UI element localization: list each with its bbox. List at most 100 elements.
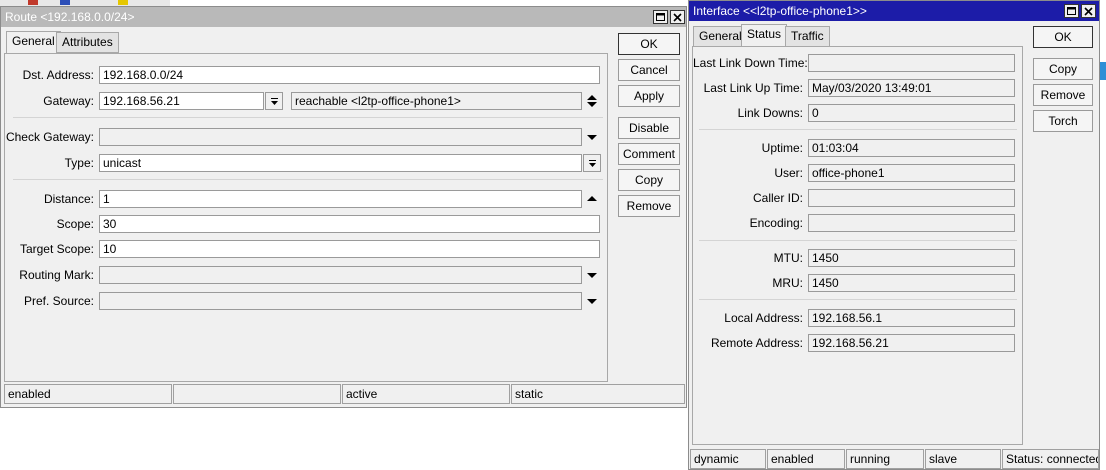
distance-label: Distance: bbox=[43, 192, 94, 206]
dropdown-icon bbox=[588, 159, 596, 167]
chevron-up-icon[interactable] bbox=[585, 192, 599, 206]
separator bbox=[699, 240, 1017, 241]
status-connected: Status: connected bbox=[1002, 449, 1099, 469]
remote-address-label: Remote Address: bbox=[710, 336, 803, 350]
tab-attributes[interactable]: Attributes bbox=[56, 32, 119, 53]
link-downs-field: 0 bbox=[808, 104, 1015, 122]
separator bbox=[699, 299, 1017, 300]
gateway-status-field: reachable <l2tp-office-phone1> bbox=[291, 92, 582, 110]
interface-window: Interface <<l2tp-office-phone1>> General… bbox=[688, 0, 1100, 470]
maximize-icon bbox=[656, 13, 665, 21]
close-icon bbox=[1084, 6, 1093, 16]
user-field: office-phone1 bbox=[808, 164, 1015, 182]
gateway-updown-icon[interactable] bbox=[585, 94, 599, 108]
check-gateway-select[interactable] bbox=[99, 128, 582, 146]
ok-button[interactable]: OK bbox=[1033, 26, 1093, 48]
type-dropdown-button[interactable] bbox=[583, 154, 601, 172]
user-label: User: bbox=[774, 166, 803, 180]
interface-window-title: Interface <<l2tp-office-phone1>> bbox=[693, 4, 867, 18]
maximize-button[interactable] bbox=[1064, 4, 1079, 18]
status-empty bbox=[173, 384, 341, 404]
pref-source-select[interactable] bbox=[99, 292, 582, 310]
interface-window-titlebar[interactable]: Interface <<l2tp-office-phone1>> bbox=[689, 1, 1099, 21]
maximize-icon bbox=[1067, 7, 1076, 15]
uptime-field: 01:03:04 bbox=[808, 139, 1015, 157]
encoding-field bbox=[808, 214, 1015, 232]
copy-button[interactable]: Copy bbox=[618, 169, 680, 191]
close-icon bbox=[673, 12, 682, 22]
last-link-down-time-label: Last Link Down Time: bbox=[693, 56, 808, 70]
type-label: Type: bbox=[64, 156, 94, 170]
caller-id-field bbox=[808, 189, 1015, 207]
toolbar-icon bbox=[118, 0, 128, 5]
mtu-label: MTU: bbox=[773, 251, 803, 265]
last-link-down-time-field bbox=[808, 54, 1015, 72]
type-select[interactable]: unicast bbox=[99, 154, 582, 172]
comment-button[interactable]: Comment bbox=[618, 143, 680, 165]
dst-address-input[interactable]: 192.168.0.0/24 bbox=[99, 66, 600, 84]
encoding-label: Encoding: bbox=[749, 216, 803, 230]
gateway-dropdown-button[interactable] bbox=[265, 92, 283, 110]
last-link-up-time-label: Last Link Up Time: bbox=[703, 81, 803, 95]
uptime-label: Uptime: bbox=[761, 141, 803, 155]
chevron-down-icon[interactable] bbox=[585, 294, 599, 308]
close-button[interactable] bbox=[670, 10, 685, 24]
cancel-button[interactable]: Cancel bbox=[618, 59, 680, 81]
mtu-field: 1450 bbox=[808, 249, 1015, 267]
close-button[interactable] bbox=[1081, 4, 1096, 18]
tab-traffic[interactable]: Traffic bbox=[785, 26, 830, 47]
background-edge-marker bbox=[1100, 62, 1106, 80]
remove-button[interactable]: Remove bbox=[618, 195, 680, 217]
scope-label: Scope: bbox=[56, 217, 94, 231]
mru-field: 1450 bbox=[808, 274, 1015, 292]
tab-general[interactable]: General bbox=[6, 31, 61, 54]
local-address-field: 192.168.56.1 bbox=[808, 309, 1015, 327]
scope-input[interactable]: 30 bbox=[99, 215, 600, 233]
last-link-up-time-field: May/03/2020 13:49:01 bbox=[808, 79, 1015, 97]
gateway-input[interactable]: 192.168.56.21 bbox=[99, 92, 264, 110]
tab-general[interactable]: General bbox=[693, 26, 748, 47]
separator bbox=[699, 129, 1017, 130]
toolbar-icon bbox=[28, 0, 38, 5]
maximize-button[interactable] bbox=[653, 10, 668, 24]
toolbar-icon bbox=[60, 0, 70, 5]
disable-button[interactable]: Disable bbox=[618, 117, 680, 139]
route-window-titlebar[interactable]: Route <192.168.0.0/24> bbox=[1, 7, 686, 27]
chevron-down-icon[interactable] bbox=[585, 130, 599, 144]
distance-input[interactable]: 1 bbox=[99, 190, 582, 208]
tab-status[interactable]: Status bbox=[741, 24, 788, 47]
routing-mark-select[interactable] bbox=[99, 266, 582, 284]
copy-button[interactable]: Copy bbox=[1033, 58, 1093, 80]
pref-source-label: Pref. Source: bbox=[23, 294, 94, 308]
gateway-label: Gateway: bbox=[43, 94, 94, 108]
target-scope-input[interactable]: 10 bbox=[99, 240, 600, 258]
route-window-title: Route <192.168.0.0/24> bbox=[5, 10, 135, 24]
caller-id-label: Caller ID: bbox=[752, 191, 803, 205]
status-enabled: enabled bbox=[767, 449, 845, 469]
status-running: running bbox=[846, 449, 924, 469]
route-window: Route <192.168.0.0/24> General Attribute… bbox=[0, 6, 687, 408]
separator bbox=[13, 179, 603, 180]
routing-mark-label: Routing Mark: bbox=[19, 268, 94, 282]
ok-button[interactable]: OK bbox=[618, 33, 680, 55]
target-scope-label: Target Scope: bbox=[19, 242, 94, 256]
route-general-panel: Dst. Address: 192.168.0.0/24 Gateway: 19… bbox=[4, 53, 608, 382]
dst-address-label: Dst. Address: bbox=[22, 68, 94, 82]
remote-address-field: 192.168.56.21 bbox=[808, 334, 1015, 352]
torch-button[interactable]: Torch bbox=[1033, 110, 1093, 132]
interface-status-panel: Last Link Down Time: Last Link Up Time: … bbox=[692, 46, 1023, 445]
mru-label: MRU: bbox=[772, 276, 803, 290]
chevron-down-icon[interactable] bbox=[585, 268, 599, 282]
status-enabled: enabled bbox=[4, 384, 172, 404]
status-active: active bbox=[342, 384, 510, 404]
local-address-label: Local Address: bbox=[724, 311, 803, 325]
apply-button[interactable]: Apply bbox=[618, 85, 680, 107]
separator bbox=[13, 117, 603, 118]
check-gateway-label: Check Gateway: bbox=[5, 130, 94, 144]
status-dynamic: dynamic bbox=[690, 449, 766, 469]
status-slave: slave bbox=[925, 449, 1001, 469]
status-static: static bbox=[511, 384, 685, 404]
link-downs-label: Link Downs: bbox=[737, 106, 803, 120]
dropdown-icon bbox=[270, 97, 278, 105]
remove-button[interactable]: Remove bbox=[1033, 84, 1093, 106]
